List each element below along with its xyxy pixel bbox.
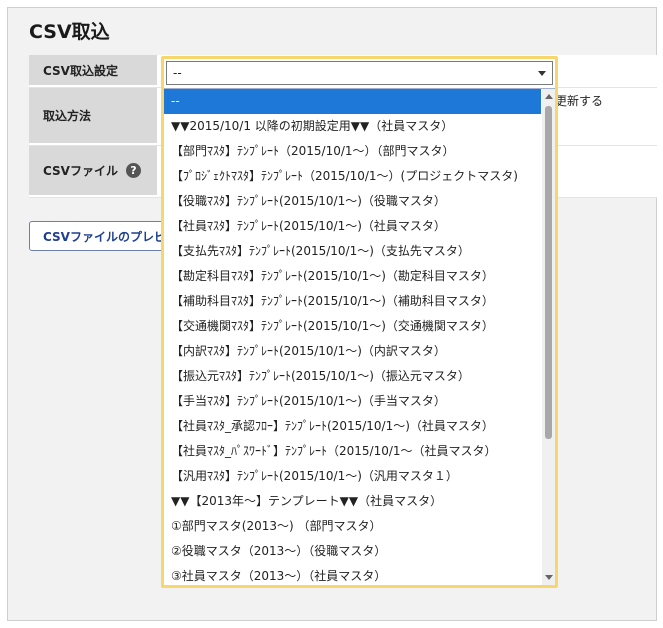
file-label-cell: CSVファイル ? [29,146,157,197]
dropdown-option[interactable]: 【部門ﾏｽﾀ】ﾃﾝﾌﾟﾚｰﾄ（2015/10/1～）（部門マスタ） [164,139,541,164]
scrollbar-thumb[interactable] [545,106,552,439]
dropdown-option[interactable]: 【社員ﾏｽﾀ_ﾊﾟｽﾜｰﾄﾞ】ﾃﾝﾌﾟﾚｰﾄ（2015/10/1～（社員マスタ） [164,439,541,464]
dropdown-option[interactable]: 【役職ﾏｽﾀ】ﾃﾝﾌﾟﾚｰﾄ(2015/10/1～)（役職マスタ） [164,189,541,214]
scroll-up-icon[interactable] [545,94,553,99]
dropdown-option[interactable]: ①部門マスタ(2013～) （部門マスタ） [164,514,541,539]
csv-settings-select[interactable]: -- -- ▼▼2015/10/1 以降の初期設定用▼▼（社員マスタ） 【部門ﾏｽﾀ… [161,56,558,588]
dropdown-list: -- ▼▼2015/10/1 以降の初期設定用▼▼（社員マスタ） 【部門ﾏｽﾀ】ﾃﾝ… [164,88,555,585]
method-label: 取込方法 [29,88,157,145]
csv-preview-button[interactable]: CSVファイルのプレビ [29,221,179,251]
dropdown-option[interactable]: 【交通機関ﾏｽﾀ】ﾃﾝﾌﾟﾚｰﾄ(2015/10/1～)（交通機関マスタ） [164,314,541,339]
dropdown-option[interactable]: ▼▼2015/10/1 以降の初期設定用▼▼（社員マスタ） [164,114,541,139]
page-title: CSV取込 [29,21,110,43]
scroll-down-icon[interactable] [545,575,553,580]
dropdown-option[interactable]: 【振込元ﾏｽﾀ】ﾃﾝﾌﾟﾚｰﾄ(2015/10/1～)（振込元マスタ） [164,364,541,389]
dropdown-option[interactable]: 【勘定科目ﾏｽﾀ】ﾃﾝﾌﾟﾚｰﾄ(2015/10/1～)（勘定科目マスタ） [164,264,541,289]
dropdown-option[interactable]: 【社員ﾏｽﾀ_承認ﾌﾛｰ】ﾃﾝﾌﾟﾚｰﾄ(2015/10/1～)（社員マスタ） [164,414,541,439]
dropdown-option[interactable]: 【内訳ﾏｽﾀ】ﾃﾝﾌﾟﾚｰﾄ(2015/10/1～)（内訳マスタ） [164,339,541,364]
dropdown-option[interactable]: 【補助科目ﾏｽﾀ】ﾃﾝﾌﾟﾚｰﾄ(2015/10/1～)（補助科目マスタ） [164,289,541,314]
help-icon[interactable]: ? [125,163,141,178]
dropdown-option[interactable]: -- [164,89,541,114]
select-value: -- [173,66,182,80]
dropdown-option[interactable]: 【手当ﾏｽﾀ】ﾃﾝﾌﾟﾚｰﾄ(2015/10/1～)（手当マスタ） [164,389,541,414]
chevron-down-icon[interactable] [538,71,546,76]
select-current-value[interactable]: -- [166,61,553,85]
dropdown-option[interactable]: 【ﾌﾟﾛｼﾞｪｸﾄﾏｽﾀ】ﾃﾝﾌﾟﾚｰﾄ（2015/10/1～）(プロジェクトマ… [164,164,541,189]
dropdown-option[interactable]: 【支払先ﾏｽﾀ】ﾃﾝﾌﾟﾚｰﾄ(2015/10/1～)（支払先マスタ） [164,239,541,264]
file-label: CSVファイル [43,164,118,178]
dropdown-option[interactable]: 【汎用ﾏｽﾀ】ﾃﾝﾌﾟﾚｰﾄ(2015/10/1～)（汎用マスタ１） [164,464,541,489]
settings-label: CSV取込設定 [29,55,157,87]
dropdown-option[interactable]: ▼▼【2013年～】テンプレート▼▼（社員マスタ） [164,489,541,514]
dropdown-option[interactable]: 【社員ﾏｽﾀ】ﾃﾝﾌﾟﾚｰﾄ(2015/10/1～)（社員マスタ） [164,214,541,239]
dropdown-option[interactable]: ②役職マスタ（2013～）（役職マスタ） [164,539,541,564]
update-option-label[interactable]: 更新する [555,92,603,109]
scrollbar[interactable] [542,89,555,585]
dropdown-option[interactable]: ③社員マスタ（2013～）（社員マスタ） [164,564,541,585]
